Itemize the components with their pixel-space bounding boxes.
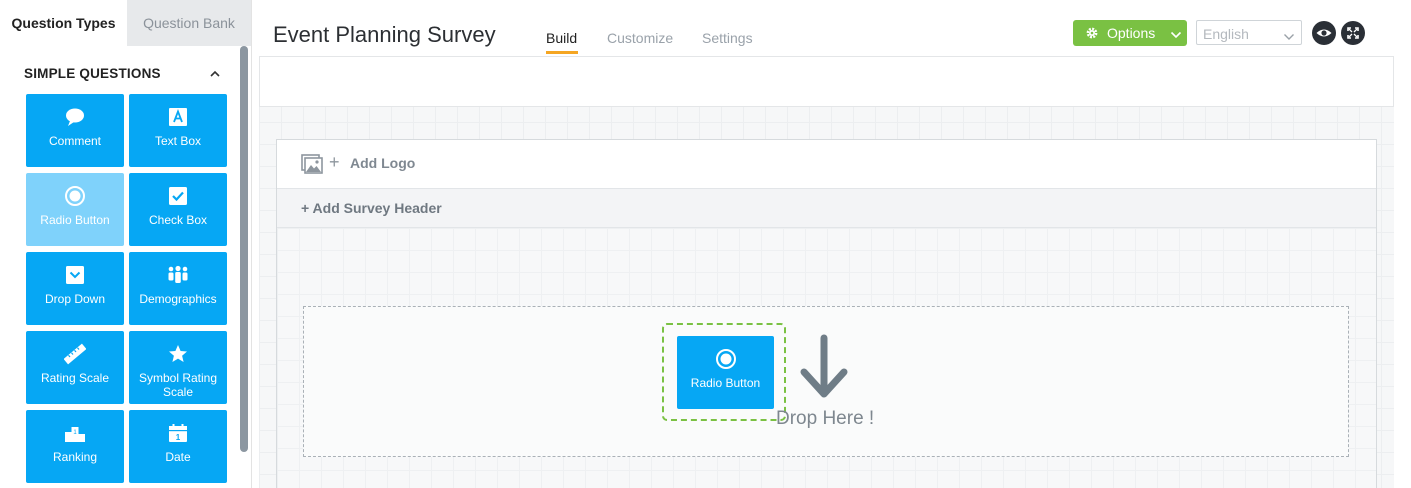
tile-ranking[interactable]: 1 Ranking — [26, 410, 124, 483]
plus-icon: + — [329, 152, 340, 172]
tile-label: Demographics — [139, 292, 217, 306]
tile-label: Comment — [48, 134, 101, 148]
tile-label: Rating Scale — [40, 371, 110, 385]
tab-question-types[interactable]: Question Types — [0, 0, 127, 46]
sidebar-scrollbar[interactable] — [240, 46, 248, 488]
tile-label: Symbol Rating Scale — [138, 371, 218, 399]
options-label: Options — [1107, 25, 1156, 41]
tile-check-box[interactable]: Check Box — [129, 173, 227, 246]
tile-symbol-rating-scale[interactable]: Symbol Rating Scale — [129, 331, 227, 404]
tab-customize[interactable]: Customize — [607, 30, 673, 46]
active-tab-underline — [546, 51, 578, 54]
language-value: English — [1203, 26, 1249, 42]
add-survey-header-row[interactable]: + Add Survey Header — [277, 189, 1376, 228]
fullscreen-button[interactable] — [1341, 21, 1365, 45]
scrollbar-thumb[interactable] — [240, 46, 248, 452]
radio-icon — [26, 185, 124, 207]
tile-label: Check Box — [148, 213, 208, 227]
drop-here-label: Drop Here ! — [776, 408, 875, 429]
chevron-down-icon — [1283, 29, 1295, 45]
chevron-down-icon — [1170, 27, 1182, 43]
comment-icon — [26, 106, 124, 128]
tile-rating-scale[interactable]: Rating Scale — [26, 331, 124, 404]
tile-label: Date — [165, 450, 191, 464]
chevron-up-icon[interactable] — [208, 66, 222, 82]
tile-text-box[interactable]: Text Box — [129, 94, 227, 167]
tile-date[interactable]: 1 Date — [129, 410, 227, 483]
svg-text:1: 1 — [176, 433, 181, 442]
tile-label: Drop Down — [44, 292, 106, 306]
language-select[interactable]: English — [1196, 20, 1302, 45]
survey-title: Event Planning Survey — [273, 22, 496, 47]
tile-radio-button[interactable]: Radio Button — [26, 173, 124, 246]
calendar-icon: 1 — [129, 422, 227, 444]
sidebar-tabs: Question Types Question Bank — [0, 0, 251, 46]
tab-question-bank[interactable]: Question Bank — [127, 0, 251, 46]
tile-label: Ranking — [52, 450, 98, 464]
add-logo-row[interactable]: + Add Logo — [277, 140, 1376, 189]
add-survey-header-label: + Add Survey Header — [301, 200, 442, 216]
arrow-down-icon — [796, 334, 852, 409]
tile-comment[interactable]: Comment — [26, 94, 124, 167]
podium-icon: 1 — [26, 422, 124, 444]
ruler-icon — [26, 343, 124, 365]
text-box-icon — [129, 106, 227, 128]
tab-build[interactable]: Build — [546, 30, 577, 46]
tile-drop-down[interactable]: Drop Down — [26, 252, 124, 325]
add-logo-label: Add Logo — [350, 155, 416, 171]
tile-demographics[interactable]: Demographics — [129, 252, 227, 325]
people-icon — [129, 264, 227, 286]
section-title-simple-questions: SIMPLE QUESTIONS — [24, 66, 161, 81]
options-button[interactable]: Options — [1073, 20, 1187, 46]
dropdown-icon — [26, 264, 124, 286]
tile-label: Text Box — [154, 134, 202, 148]
dragging-radio-button-tile[interactable]: Radio Button — [677, 336, 774, 409]
tab-settings[interactable]: Settings — [702, 30, 753, 46]
star-icon — [129, 343, 227, 365]
gear-icon — [1085, 26, 1099, 43]
canvas-top-bar — [259, 56, 1394, 107]
question-sidebar: Question Types Question Bank SIMPLE QUES… — [0, 0, 252, 488]
image-icon — [301, 153, 323, 180]
radio-icon — [677, 348, 774, 370]
drag-tile-label: Radio Button — [690, 376, 761, 390]
preview-button[interactable] — [1312, 21, 1336, 45]
tile-label: Radio Button — [40, 213, 110, 227]
checkbox-icon — [129, 185, 227, 207]
